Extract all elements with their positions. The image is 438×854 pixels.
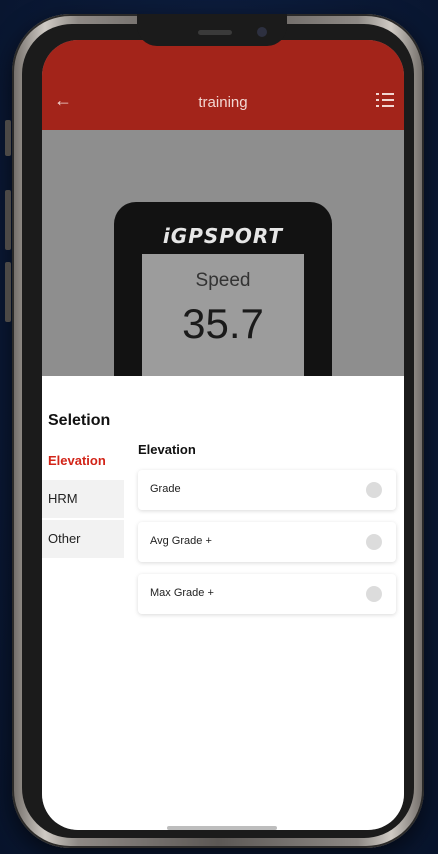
option-avg-grade[interactable]: Avg Grade + — [138, 522, 396, 562]
radio-button[interactable] — [366, 482, 382, 498]
radio-button[interactable] — [366, 586, 382, 602]
selection-sheet: Seletion Elevation HRM Other Elevation G… — [42, 376, 404, 830]
page-title: training — [198, 94, 248, 111]
option-label: Grade — [150, 483, 181, 495]
mute-switch — [5, 120, 11, 156]
volume-up-button — [5, 190, 11, 250]
option-grade[interactable]: Grade — [138, 470, 396, 510]
metric-value: 35.7 — [182, 300, 264, 347]
speaker-grille — [198, 30, 232, 35]
device-brand-logo: iGPSPORT — [162, 224, 284, 248]
volume-down-button — [5, 262, 11, 322]
list-icon[interactable] — [376, 92, 394, 108]
device-preview-area: iGPSPORT Speed 35.7 — [42, 130, 404, 422]
sheet-title: Seletion — [48, 412, 111, 429]
phone-screen: ← training iGPSPORT Speed 35.7 Seletion … — [42, 40, 404, 830]
section-title: Elevation — [138, 442, 196, 457]
home-indicator[interactable] — [167, 826, 277, 830]
metric-label: Speed — [195, 270, 251, 291]
option-label: Avg Grade + — [150, 535, 212, 547]
option-label: Max Grade + — [150, 587, 214, 599]
category-hrm[interactable]: HRM — [42, 480, 124, 518]
radio-button[interactable] — [366, 534, 382, 550]
app-bar: ← training — [42, 40, 404, 130]
front-camera — [257, 27, 267, 37]
option-max-grade[interactable]: Max Grade + — [138, 574, 396, 614]
category-other[interactable]: Other — [42, 520, 124, 558]
category-elevation[interactable]: Elevation — [42, 442, 124, 480]
